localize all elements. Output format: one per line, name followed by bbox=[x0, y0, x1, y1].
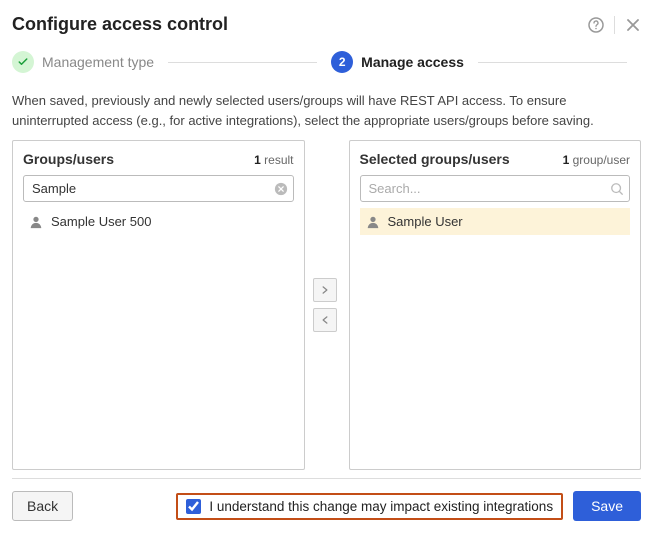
selected-list: Sample User bbox=[360, 208, 631, 459]
back-button[interactable]: Back bbox=[12, 491, 73, 521]
step-manage-access: 2 Manage access bbox=[331, 51, 464, 73]
clear-icon[interactable] bbox=[274, 182, 288, 196]
confirm-checkbox[interactable] bbox=[186, 499, 201, 514]
search-wrap bbox=[360, 175, 631, 202]
list-item[interactable]: Sample User bbox=[360, 208, 631, 235]
divider bbox=[614, 16, 615, 34]
modal-footer: Back I understand this change may impact… bbox=[12, 478, 641, 521]
step-label: Management type bbox=[42, 54, 154, 70]
search-wrap bbox=[23, 175, 294, 202]
panel-header: Groups/users 1 result bbox=[23, 151, 294, 167]
panel-count: 1 group/user bbox=[563, 153, 630, 167]
description-text: When saved, previously and newly selecte… bbox=[12, 87, 641, 140]
transfer-container: Groups/users 1 result Sample User 500 bbox=[12, 140, 641, 470]
panel-title: Selected groups/users bbox=[360, 151, 510, 167]
modal: Configure access control Management type… bbox=[0, 0, 653, 531]
step-management-type[interactable]: Management type bbox=[12, 51, 154, 73]
save-button[interactable]: Save bbox=[573, 491, 641, 521]
move-right-button[interactable] bbox=[313, 278, 337, 302]
selected-panel: Selected groups/users 1 group/user Sampl… bbox=[349, 140, 642, 470]
search-input[interactable] bbox=[360, 175, 631, 202]
panel-title: Groups/users bbox=[23, 151, 114, 167]
transfer-arrows bbox=[313, 140, 341, 470]
move-left-button[interactable] bbox=[313, 308, 337, 332]
header-actions bbox=[588, 16, 641, 34]
available-panel: Groups/users 1 result Sample User 500 bbox=[12, 140, 305, 470]
panel-header: Selected groups/users 1 group/user bbox=[360, 151, 631, 167]
step-line bbox=[168, 62, 317, 63]
modal-title: Configure access control bbox=[12, 14, 228, 35]
modal-header: Configure access control bbox=[12, 10, 641, 45]
step-label: Manage access bbox=[361, 54, 464, 70]
list-item[interactable]: Sample User 500 bbox=[23, 208, 294, 235]
user-icon bbox=[366, 215, 380, 229]
stepper: Management type 2 Manage access bbox=[12, 45, 641, 87]
list-item-label: Sample User bbox=[388, 214, 463, 229]
available-list: Sample User 500 bbox=[23, 208, 294, 459]
step-number: 2 bbox=[331, 51, 353, 73]
confirm-label: I understand this change may impact exis… bbox=[209, 499, 553, 514]
check-icon bbox=[12, 51, 34, 73]
list-item-label: Sample User 500 bbox=[51, 214, 151, 229]
user-icon bbox=[29, 215, 43, 229]
search-input[interactable] bbox=[23, 175, 294, 202]
step-line bbox=[478, 62, 627, 63]
confirm-highlight: I understand this change may impact exis… bbox=[176, 493, 563, 520]
panel-count: 1 result bbox=[254, 153, 293, 167]
close-icon[interactable] bbox=[625, 17, 641, 33]
help-icon[interactable] bbox=[588, 17, 604, 33]
